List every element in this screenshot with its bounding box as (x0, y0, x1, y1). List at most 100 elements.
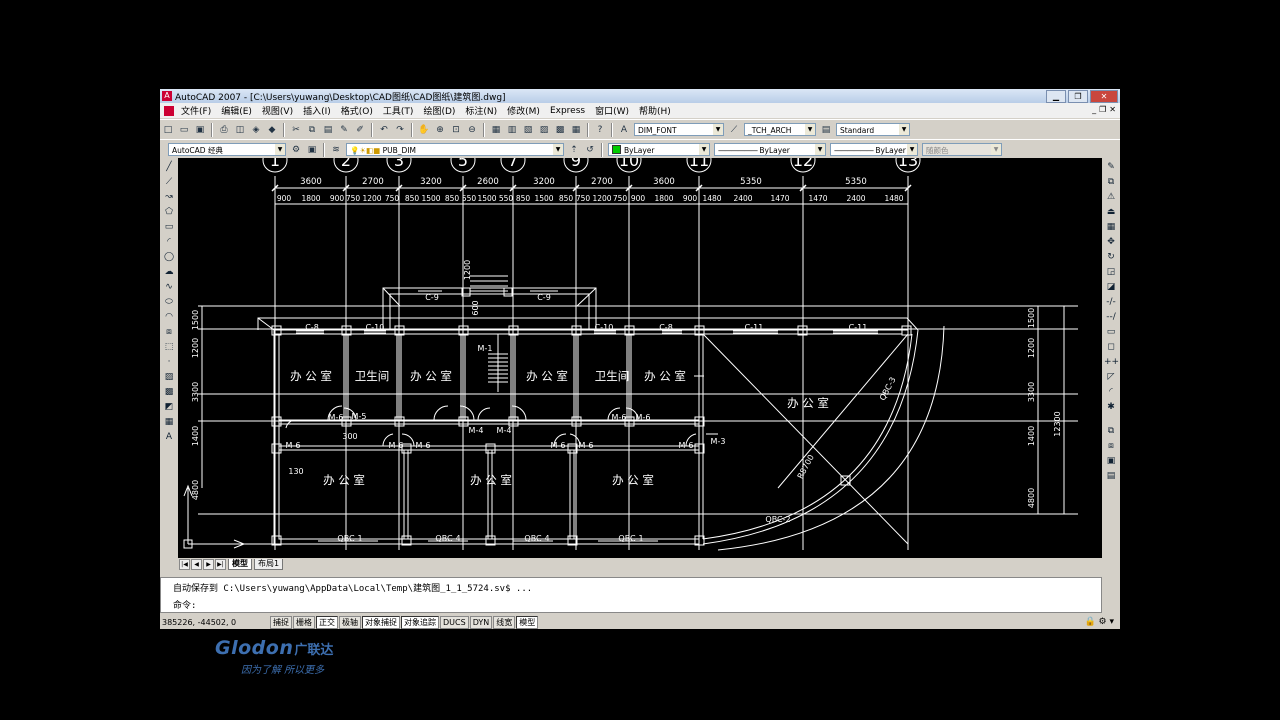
tab-next-icon[interactable]: ▶ (203, 558, 214, 570)
polygon-icon[interactable]: ⬠ (162, 205, 176, 219)
draworder-above-icon[interactable]: ▣ (1104, 454, 1118, 468)
dim-style-select[interactable]: _TCH_ARCH ▼ (744, 123, 816, 136)
hatch-icon[interactable]: ▨ (162, 370, 176, 384)
markup-icon[interactable]: ▩ (553, 123, 567, 137)
tab-layout1[interactable]: 布局1 (254, 558, 284, 570)
undo-icon[interactable]: ↶ (377, 123, 391, 137)
match-properties-icon[interactable]: ✎ (337, 123, 351, 137)
chamfer-icon[interactable]: ◸ (1104, 370, 1118, 384)
menu-draw[interactable]: 绘图(D) (418, 104, 460, 117)
layer-select[interactable]: 💡☀◧■ PUB_DIM ▼ (346, 143, 564, 156)
copy-icon[interactable]: ⧉ (305, 123, 319, 137)
menu-view[interactable]: 视图(V) (257, 104, 298, 117)
new-icon[interactable]: □ (161, 123, 175, 137)
erase-icon[interactable]: ✎ (1104, 160, 1118, 174)
autocad-app-icon[interactable]: A (162, 91, 172, 101)
layer-manager-icon[interactable]: ≋ (329, 143, 343, 157)
make-block-icon[interactable]: ⬚ (162, 340, 176, 354)
gradient-icon[interactable]: ▩ (162, 385, 176, 399)
menu-express[interactable]: Express (545, 106, 590, 116)
tool-palettes-icon[interactable]: ▧ (521, 123, 535, 137)
color-select[interactable]: ByLayer ▼ (608, 143, 710, 156)
design-center-icon[interactable]: ▥ (505, 123, 519, 137)
lineweight-toggle[interactable]: 线宽 (493, 615, 516, 629)
ducs-toggle[interactable]: DUCS (440, 615, 469, 629)
layer-previous-icon[interactable]: ↺ (583, 143, 597, 157)
my-workspace-icon[interactable]: ▣ (305, 143, 319, 157)
otrack-toggle[interactable]: 对象追踪 (401, 615, 439, 629)
dyn-toggle[interactable]: DYN (469, 615, 493, 629)
table-style-select[interactable]: Standard ▼ (836, 123, 910, 136)
scale-icon[interactable]: ◲ (1104, 265, 1118, 279)
stretch-icon[interactable]: ◪ (1104, 280, 1118, 294)
explode-icon[interactable]: ✱ (1104, 400, 1118, 414)
plot-icon[interactable]: ⎙ (217, 123, 231, 137)
rotate-icon[interactable]: ↻ (1104, 250, 1118, 264)
make-current-icon[interactable]: ⇡ (567, 143, 581, 157)
grid-toggle[interactable]: 栅格 (293, 615, 315, 629)
sheet-set-icon[interactable]: ▨ (537, 123, 551, 137)
menu-edit[interactable]: 编辑(E) (216, 104, 257, 117)
workspace-settings-icon[interactable]: ⚙ (289, 143, 303, 157)
linetype-select[interactable]: —————— ByLayer ▼ (714, 143, 826, 156)
pan-icon[interactable]: ✋ (417, 123, 431, 137)
preview-icon[interactable]: ◫ (233, 123, 247, 137)
ellipse-icon[interactable]: ⬭ (162, 295, 176, 309)
tab-prev-icon[interactable]: ◀ (191, 558, 202, 570)
copy-object-icon[interactable]: ⧉ (1104, 175, 1118, 189)
join-icon[interactable]: ++ (1104, 355, 1119, 369)
menu-insert[interactable]: 插入(I) (298, 104, 336, 117)
revcloud-icon[interactable]: ☁ (162, 265, 176, 279)
doc-restore-icon[interactable]: ❐ (1099, 105, 1106, 114)
block-editor-icon[interactable]: ✐ (353, 123, 367, 137)
doc-close-icon[interactable]: ✕ (1109, 105, 1116, 114)
tab-first-icon[interactable]: |◀ (179, 558, 190, 570)
text-style-select[interactable]: DIM_FONT ▼ (634, 123, 724, 136)
mirror-icon[interactable]: ⚠ (1104, 190, 1118, 204)
array-icon[interactable]: ▦ (1104, 220, 1118, 234)
spline-icon[interactable]: ∿ (162, 280, 176, 294)
menu-help[interactable]: 帮助(H) (634, 104, 676, 117)
trim-icon[interactable]: -/- (1104, 295, 1118, 309)
workspace-select[interactable]: AutoCAD 经典 ▼ (168, 143, 286, 156)
tray-icons[interactable]: 🔒 ⚙ ▾ (1084, 617, 1114, 627)
cut-icon[interactable]: ✂ (289, 123, 303, 137)
save-icon[interactable]: ▣ (193, 123, 207, 137)
calculator-icon[interactable]: ▦ (569, 123, 583, 137)
menu-window[interactable]: 窗口(W) (590, 104, 634, 117)
polyline-icon[interactable]: ↝ (162, 190, 176, 204)
polar-toggle[interactable]: 极轴 (339, 615, 361, 629)
draworder-under-icon[interactable]: ▤ (1104, 469, 1118, 483)
zoom-window-icon[interactable]: ⊡ (449, 123, 463, 137)
doc-minimize-icon[interactable]: _ (1092, 105, 1096, 114)
ortho-toggle[interactable]: 正交 (316, 615, 338, 629)
line-icon[interactable]: ╱ (162, 160, 176, 174)
redo-icon[interactable]: ↷ (393, 123, 407, 137)
mtext-icon[interactable]: A (162, 430, 176, 444)
minimize-button[interactable]: ▁ (1046, 90, 1066, 103)
rectangle-icon[interactable]: ▭ (162, 220, 176, 234)
fillet-icon[interactable]: ◜ (1104, 385, 1118, 399)
dim-style-icon[interactable]: ⟋ (727, 123, 741, 137)
break-at-point-icon[interactable]: ▭ (1104, 325, 1118, 339)
menu-modify[interactable]: 修改(M) (502, 104, 545, 117)
maximize-button[interactable]: ❐ (1068, 90, 1088, 103)
text-style-icon[interactable]: A (617, 123, 631, 137)
close-button[interactable]: ✕ (1090, 90, 1118, 103)
menu-dimension[interactable]: 标注(N) (460, 104, 502, 117)
extend-icon[interactable]: --/ (1104, 310, 1118, 324)
ellipse-arc-icon[interactable]: ◠ (162, 310, 176, 324)
circle-icon[interactable]: ◯ (162, 250, 176, 264)
document-icon[interactable] (164, 105, 174, 116)
table-icon[interactable]: ▦ (162, 415, 176, 429)
command-input[interactable] (209, 596, 1073, 610)
insert-block-icon[interactable]: ⧈ (162, 325, 176, 339)
3d-dwf-icon[interactable]: ◆ (265, 123, 279, 137)
construction-line-icon[interactable]: ⟋ (162, 175, 176, 189)
osnap-toggle[interactable]: 对象捕捉 (362, 615, 400, 629)
paste-icon[interactable]: ▤ (321, 123, 335, 137)
tab-last-icon[interactable]: ▶| (215, 558, 226, 570)
properties-icon[interactable]: ▦ (489, 123, 503, 137)
help-icon[interactable]: ? (593, 123, 607, 137)
menu-tools[interactable]: 工具(T) (378, 104, 419, 117)
